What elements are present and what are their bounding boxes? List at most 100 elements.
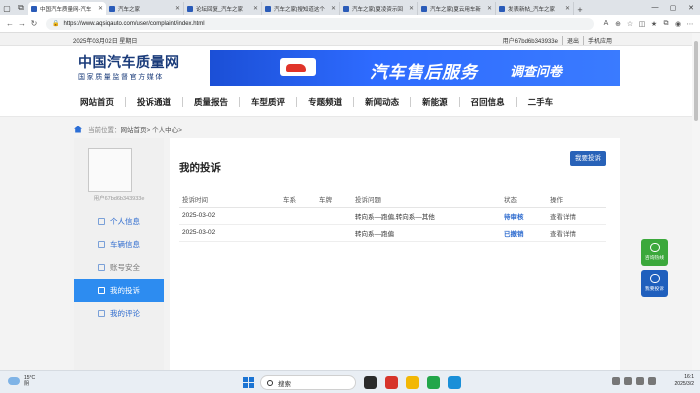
sidebar-item-my-complaints[interactable]: 我的投诉 [74,279,164,302]
split-screen-icon[interactable]: ◫ [636,20,648,28]
nav-news[interactable]: 新闻动态 [353,97,410,107]
sidebar-item-label: 我的投诉 [110,286,140,295]
new-complaint-button[interactable]: 我要投诉 [570,151,606,166]
browser-tab[interactable]: 汽车之家|夏凌资示回 ✕ [340,2,418,15]
tray-app-icon[interactable] [612,377,620,385]
user-sidebar: 用户67bd6b343933e 个人信息 车辆信息 账号安全 我的投诉 我的评论 [74,138,164,370]
maximize-icon[interactable]: ▢ [664,4,682,12]
search-placeholder: 搜索 [278,380,291,388]
browser-tab[interactable]: 汽车之家 ✕ [106,2,184,15]
shield-icon [98,264,105,271]
back-icon[interactable]: ← [4,19,16,28]
close-window-icon[interactable]: ✕ [682,4,700,12]
start-icon[interactable] [243,377,254,388]
sidebar-item-my-comments[interactable]: 我的评论 [74,302,164,325]
browser-tab[interactable]: 汽车之家|夏云用车新 ✕ [418,2,496,15]
taskbar-apps [364,376,469,389]
collections-icon[interactable]: ⧉ [660,20,672,28]
read-aloud-icon[interactable]: A [600,20,612,27]
lock-icon[interactable]: 🔒 [52,20,59,27]
nav-model-review[interactable]: 车型质评 [239,97,296,107]
complaints-table: 投诉时间 车系 车牌 投诉问题 状态 操作 2025-03-02 转向系—跑偏,… [179,192,606,242]
window-controls: — ▢ ✕ [646,0,700,15]
forward-icon[interactable]: → [16,19,28,28]
windows-taskbar: 15°C 阴 搜索 16:1 2025/3/2 [0,370,700,393]
browser-tab[interactable]: 汽车之家|搜知道这个 ✕ [262,2,340,15]
close-tab-icon[interactable]: ✕ [487,5,492,12]
url-input[interactable]: 🔒 https://www.aqsiqauto.com/user/complai… [46,17,594,30]
nav-home[interactable]: 网站首页 [80,97,125,107]
mobile-app-link[interactable]: 手机应用 [582,36,616,45]
refresh-icon[interactable]: ↻ [28,19,40,28]
task-view-icon[interactable] [364,376,377,389]
favorite-star-icon[interactable]: ☆ [624,20,636,28]
car-front-icon [649,274,660,283]
cell-series [283,224,319,242]
system-clock[interactable]: 16:1 2025/3/2 [675,374,694,388]
sidebar-item-account-security[interactable]: 账号安全 [74,256,164,279]
hotline-widget[interactable]: 咨询热线 [641,239,668,266]
breadcrumb: 当前位置： 网站首页> 个人中心> [74,124,182,134]
sidebar-item-personal-info[interactable]: 个人信息 [74,210,164,233]
browser-tab-active[interactable]: 中国汽车质量网-汽车 ✕ [28,2,106,15]
tab-title: 发表新帖_汽车之家 [508,6,556,13]
profile-icon[interactable]: ◉ [672,20,684,28]
scrollbar-thumb[interactable] [694,41,698,121]
browser-tab[interactable]: 论坛回复_汽车之家 ✕ [184,2,262,15]
zoom-icon[interactable]: ⊕ [612,20,624,28]
new-tab-button[interactable]: + [574,5,586,15]
nav-quality-report[interactable]: 质量报告 [182,97,239,107]
taskbar-search-input[interactable]: 搜索 [260,375,356,390]
volume-icon[interactable] [648,377,656,385]
weather-widget[interactable]: 15°C 阴 [8,375,35,387]
more-icon[interactable]: ⋯ [684,20,696,28]
view-details-link[interactable]: 查看详情 [550,207,606,225]
tab-title: 汽车之家|夏凌资示回 [352,6,403,13]
main-navigation: 网站首页 投诉通道 质量报告 车型质评 专题频道 新闻动态 新能源 召回信息 二… [0,90,692,117]
close-tab-icon[interactable]: ✕ [253,5,258,12]
wps-icon[interactable] [385,376,398,389]
close-tab-icon[interactable]: ✕ [409,5,414,12]
edge-browser-icon[interactable] [448,376,461,389]
minimize-icon[interactable]: — [646,4,664,11]
breadcrumb-path[interactable]: 网站首页> 个人中心> [121,124,182,134]
table-row: 2025-03-02 转向系—跑偏,转向系—其他 待审核 查看详情 [179,207,606,225]
table-row: 2025-03-02 转向系—跑偏 已撤销 查看详情 [179,224,606,242]
view-details-link[interactable]: 查看详情 [550,224,606,242]
wechat-icon[interactable] [427,376,440,389]
close-tab-icon[interactable]: ✕ [331,5,336,12]
close-tab-icon[interactable]: ✕ [565,5,570,12]
tab-actions-icon[interactable]: ⧉ [14,1,28,15]
browser-tab[interactable]: 发表新帖_汽车之家 ✕ [496,2,574,15]
system-tray [612,377,660,385]
column-header: 投诉问题 [355,192,504,208]
page-scrollbar[interactable] [692,33,700,370]
nav-special-topics[interactable]: 专题频道 [296,97,353,107]
logout-link[interactable]: 退出 [561,36,583,45]
network-icon[interactable] [636,377,644,385]
nav-new-energy[interactable]: 新能源 [410,97,459,107]
car-illustration-icon [280,58,316,76]
sidebar-item-vehicle-info[interactable]: 车辆信息 [74,233,164,256]
avatar[interactable] [88,148,132,192]
nav-used-car[interactable]: 二手车 [515,97,565,107]
weather-condition: 阴 [24,381,30,387]
close-tab-icon[interactable]: ✕ [175,5,180,12]
username-link[interactable]: 用户67bd6b343933e [499,36,562,45]
table-header-row: 投诉时间 车系 车牌 投诉问题 状态 操作 [179,192,606,208]
tab-title: 汽车之家|夏云用车新 [430,6,481,13]
favorites-icon[interactable]: ★ [648,20,660,28]
clock-date: 2025/3/2 [674,381,694,387]
site-logo-title[interactable]: 中国汽车质量网 [78,52,180,72]
complain-widget[interactable]: 我要投诉 [641,270,668,297]
nav-complaint-channel[interactable]: 投诉通道 [125,97,182,107]
file-explorer-icon[interactable] [406,376,419,389]
status-badge: 已撤销 [504,224,550,242]
survey-banner[interactable]: 汽车售后服务 调查问卷 [210,50,620,86]
nav-recall[interactable]: 召回信息 [458,97,516,107]
input-method-icon[interactable] [624,377,632,385]
close-tab-icon[interactable]: ✕ [98,5,103,12]
site-header: 中国汽车质量网 国家质量监督官方媒体 汽车售后服务 调查问卷 [0,46,692,90]
window-menu-icon[interactable]: ▢ [0,1,14,15]
headset-icon [649,243,660,252]
